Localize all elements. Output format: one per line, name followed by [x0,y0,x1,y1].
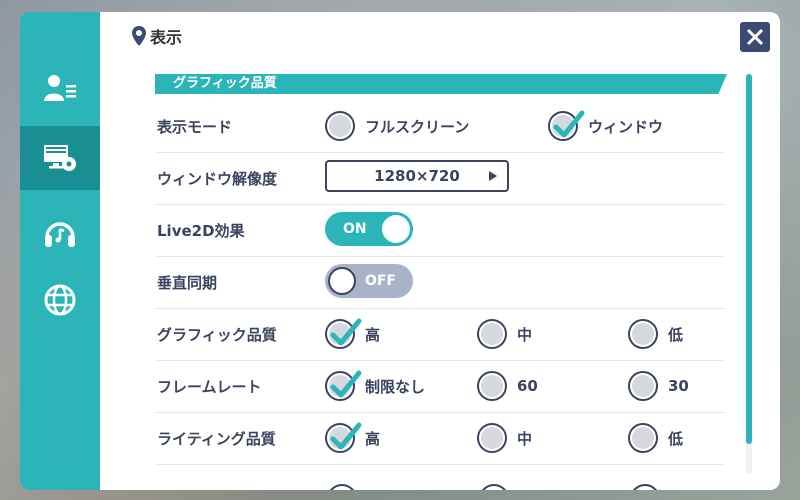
sidebar-item-profile[interactable] [20,56,100,120]
close-button[interactable] [740,22,770,52]
row-live2d: Live2D効果 ON [155,204,725,257]
radio-fullscreen[interactable]: フルスクリーン [325,109,469,143]
vsync-toggle[interactable]: OFF [325,264,413,298]
radio-unchecked [477,319,507,349]
radio-fps-unlimited[interactable]: 制限なし [325,369,425,403]
row-label: フレームレート [157,378,262,396]
radio-fps-30[interactable]: 30 [628,369,689,403]
radio-graphics-low[interactable]: 低 [628,317,683,351]
radio-checked [325,422,362,453]
row-vsync: 垂直同期 OFF [155,256,725,309]
radio-unchecked [325,111,355,141]
globe-icon [44,284,76,316]
row-label: グラフィック品質 [157,326,277,344]
close-icon [746,28,764,46]
row-label: ライティング品質 [157,430,276,448]
radio-unchecked [628,423,658,453]
toggle-knob [382,215,410,243]
radio-label: ウィンドウ [588,117,664,136]
radio-label: 中 [517,325,533,344]
radio-lighting-medium[interactable]: 中 [477,421,532,455]
section-title: グラフィック品質 [173,76,277,91]
radio-checked [325,370,362,401]
radio-window[interactable]: ウィンドウ [548,109,663,143]
radio-checked [548,110,585,141]
partial-next-row [155,484,725,490]
display-settings-icon [44,145,76,171]
sidebar-item-language[interactable] [20,268,100,332]
checkmark-icon [330,370,362,398]
row-label: Live2D効果 [157,222,245,240]
section-header: グラフィック品質 [155,74,727,94]
resolution-value: 1280×720 [374,167,460,185]
chevron-right-icon [489,171,497,181]
radio-label: 低 [668,429,684,448]
radio-label: 制限なし [365,377,426,396]
scrollbar[interactable] [746,74,752,474]
row-window-resolution: ウィンドウ解像度 1280×720 [155,152,725,205]
live2d-toggle[interactable]: ON [325,212,413,246]
scrollbar-thumb[interactable] [746,74,752,444]
panel-header: 表示 [132,24,182,48]
radio-label: フルスクリーン [365,117,470,136]
sidebar [20,12,112,490]
radio-label: 30 [668,377,689,395]
radio-graphics-high[interactable]: 高 [325,317,380,351]
radio-label: 60 [517,377,538,395]
checkmark-icon [553,110,585,138]
checkmark-icon [330,318,362,346]
row-lighting-quality: ライティング品質 高 中 低 [155,412,725,465]
row-label: 垂直同期 [157,274,218,292]
radio-label: 低 [668,325,684,344]
radio-graphics-medium[interactable]: 中 [477,317,532,351]
row-label: 表示モード [157,118,233,136]
toggle-state: OFF [365,273,397,289]
sidebar-item-display[interactable] [20,126,108,190]
radio-label: 中 [517,429,533,448]
toggle-knob [328,267,356,295]
headphones-icon [45,222,75,247]
radio-checked [325,318,362,349]
sidebar-item-sound[interactable] [20,202,100,266]
radio-label: 高 [365,429,381,448]
row-label: ウィンドウ解像度 [157,170,278,188]
radio-fps-60[interactable]: 60 [477,369,538,403]
radio-unchecked [477,371,507,401]
page-title: 表示 [150,28,183,47]
radio-unchecked [477,423,507,453]
settings-panel: 表示 グラフィック品質 表示モード フルスクリーン ウィンドウ ウィンドウ解像度 [100,12,780,490]
radio-lighting-low[interactable]: 低 [628,421,683,455]
radio-lighting-high[interactable]: 高 [325,421,380,455]
row-display-mode: 表示モード フルスクリーン ウィンドウ [155,100,725,153]
checkmark-icon [330,422,362,450]
radio-unchecked [628,371,658,401]
user-list-icon [44,75,76,101]
toggle-state: ON [343,221,367,237]
resolution-selector[interactable]: 1280×720 [325,160,509,192]
location-pin-icon [132,26,146,46]
radio-unchecked [628,319,658,349]
row-frame-rate: フレームレート 制限なし 60 30 [155,360,725,413]
radio-label: 高 [365,325,381,344]
row-graphics-quality: グラフィック品質 高 中 低 [155,308,725,361]
